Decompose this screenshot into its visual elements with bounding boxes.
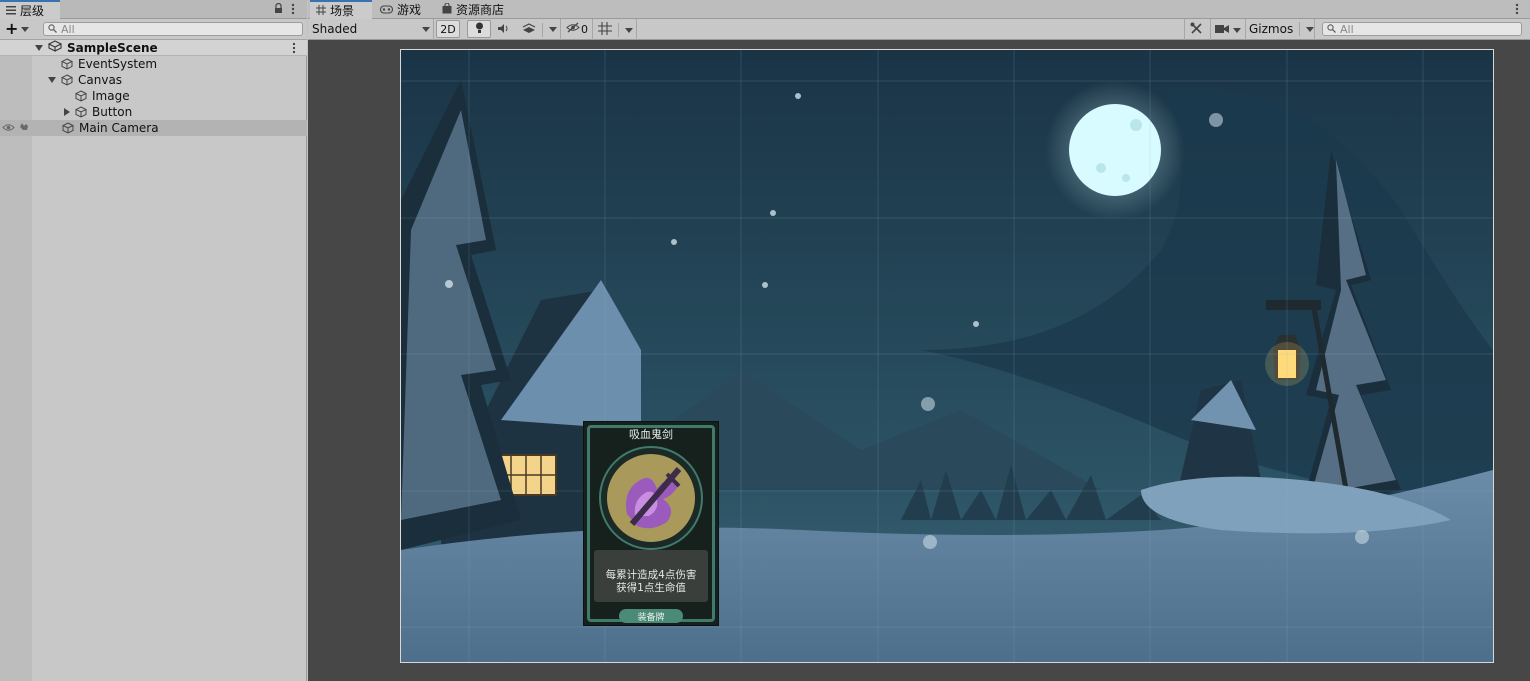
chevron-down-icon [1233, 27, 1241, 33]
card-desc-line2: 获得1点生命值 [616, 582, 686, 594]
divider [560, 19, 561, 40]
background-artwork [401, 50, 1493, 662]
camera-icon [1215, 23, 1229, 37]
lock-icon[interactable] [274, 2, 283, 17]
grid-icon [316, 4, 326, 18]
divider [1245, 19, 1246, 40]
divider [618, 23, 619, 37]
add-label: + [5, 19, 19, 38]
collapse-arrow-icon[interactable] [64, 108, 70, 116]
tab-game[interactable]: 游戏 [374, 0, 434, 19]
hierarchy-search-input[interactable]: All [43, 22, 303, 36]
audio-toggle-button[interactable] [497, 23, 511, 37]
more-menu-icon[interactable] [1515, 3, 1519, 18]
scene-name: SampleScene [67, 40, 158, 55]
hierarchy-tab-label: 层级 [20, 4, 45, 18]
hierarchy-tabbar: 层级 [0, 0, 307, 19]
tab-label: 场景 [330, 4, 355, 18]
more-menu-icon[interactable] [291, 3, 295, 18]
chevron-down-icon [422, 26, 430, 32]
card-footer-badge: 装备牌 [619, 609, 683, 623]
expand-arrow-icon[interactable] [48, 77, 56, 83]
speaker-icon [497, 23, 511, 37]
scene-row[interactable]: SampleScene [0, 40, 307, 56]
hierarchy-item-canvas[interactable]: Canvas [0, 72, 307, 88]
chevron-down-icon[interactable] [625, 27, 633, 33]
camera-settings-dropdown[interactable] [1215, 23, 1241, 37]
divider [542, 22, 543, 37]
hierarchy-tree: SampleScene EventSystem Canvas Image But… [0, 40, 307, 681]
item-label: EventSystem [78, 57, 158, 71]
gizmos-label: Gizmos [1249, 22, 1294, 36]
tab-asset-store[interactable]: 资源商店 [436, 0, 520, 19]
gizmos-dropdown[interactable]: Gizmos [1249, 20, 1315, 38]
effects-toggle-button[interactable] [522, 22, 557, 37]
divider [592, 19, 593, 40]
grid-snapping-toggle[interactable] [598, 22, 633, 38]
list-icon [6, 4, 16, 18]
gamepad-icon [379, 3, 394, 17]
divider [1210, 19, 1211, 40]
hierarchy-item-image[interactable]: Image [0, 88, 307, 104]
tab-label: 资源商店 [456, 3, 505, 17]
toggle-2d-button[interactable]: 2D [436, 20, 460, 38]
layers-effects-icon [522, 22, 536, 37]
hierarchy-item-button[interactable]: Button [0, 104, 307, 120]
item-label: Canvas [78, 73, 123, 87]
tab-label: 游戏 [397, 3, 422, 17]
grid-snap-icon [598, 22, 612, 38]
divider [1314, 19, 1315, 40]
chevron-down-icon [21, 26, 30, 32]
tools-button[interactable] [1190, 22, 1203, 38]
vampire-sword-emblem [599, 446, 703, 550]
search-placeholder: All [1340, 22, 1354, 36]
item-label: Main Camera [79, 121, 159, 135]
scene-search-input[interactable]: All [1322, 22, 1522, 36]
card-title: 吸血鬼剑 [629, 428, 673, 441]
gameobject-cube-icon [60, 74, 74, 86]
lightbulb-icon [475, 22, 484, 37]
hidden-objects-toggle[interactable]: 0 [566, 22, 588, 36]
gameobject-cube-icon [60, 58, 74, 70]
pickable-hand-icon[interactable] [18, 121, 29, 135]
eye-slash-icon [566, 22, 580, 36]
lighting-toggle-button[interactable] [467, 20, 491, 38]
scene-menu-icon[interactable] [292, 42, 296, 57]
search-icon [1327, 23, 1336, 36]
tab-scene[interactable]: 场景 [310, 0, 372, 19]
store-bag-icon [442, 1, 452, 17]
item-label: Image [92, 89, 130, 103]
gameobject-cube-icon [74, 90, 88, 102]
unity-scene-icon [47, 40, 63, 55]
equipment-card[interactable]: 吸血鬼剑 每累计造成4点伤害 获得1点生命值 装备牌 [583, 421, 719, 626]
scene-toolbar: Shaded 2D 0 Gizmos All [308, 19, 1530, 40]
divider [433, 19, 434, 40]
scene-viewport[interactable]: 吸血鬼剑 每累计造成4点伤害 获得1点生命值 装备牌 [308, 40, 1530, 681]
chevron-down-icon[interactable] [549, 27, 557, 32]
tools-wrench-icon [1190, 22, 1203, 38]
expand-arrow-icon[interactable] [35, 44, 43, 51]
divider [1184, 19, 1185, 40]
hierarchy-item-main-camera[interactable]: Main Camera [0, 120, 307, 136]
hierarchy-item-eventsystem[interactable]: EventSystem [0, 56, 307, 72]
add-object-button[interactable]: + [5, 19, 30, 38]
divider [636, 19, 637, 40]
gameobject-cube-icon [61, 122, 75, 134]
hidden-count: 0 [581, 22, 588, 36]
card-footer-label: 装备牌 [637, 612, 665, 623]
toggle-2d-label: 2D [440, 22, 456, 36]
scene-tabbar: 场景 游戏 资源商店 [308, 0, 1530, 19]
shading-mode-value: Shaded [312, 22, 358, 36]
tab-hierarchy[interactable]: 层级 [0, 0, 60, 19]
shading-mode-dropdown[interactable]: Shaded [312, 20, 430, 38]
gameobject-cube-icon [74, 106, 88, 118]
hierarchy-toolbar: + All [0, 19, 307, 40]
search-icon [48, 23, 57, 36]
search-placeholder: All [61, 22, 75, 36]
item-label: Button [92, 105, 133, 119]
divider [1299, 22, 1301, 36]
visibility-eye-icon[interactable] [2, 121, 15, 135]
